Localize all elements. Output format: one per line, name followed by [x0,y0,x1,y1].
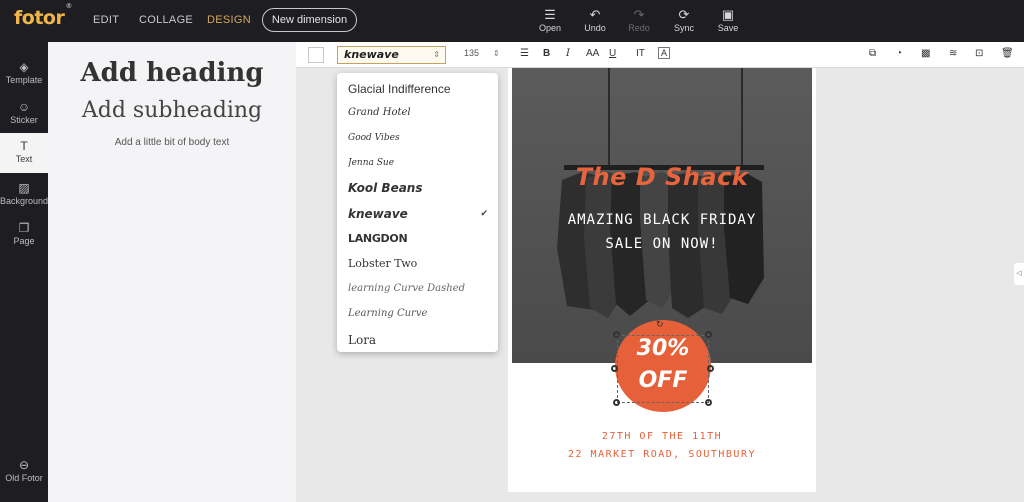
lock-icon[interactable]: ⊡ [975,48,983,59]
font-option[interactable]: Glacial Indifference [348,79,488,99]
new-dimension-button[interactable]: New dimension [262,8,357,32]
menu-icon: ☰ [544,7,556,22]
font-option[interactable]: Grand Hotel [348,103,488,123]
background-icon: ▨ [18,181,30,195]
selection-box [617,335,709,403]
bold-button[interactable]: B [543,48,550,59]
text-icon: T [20,139,28,153]
font-option[interactable]: learning Curve Dashed [348,279,488,299]
undo-button[interactable]: ↶ Undo [575,7,615,33]
redo-icon: ↷ [633,7,645,22]
font-option-selected[interactable]: knewave ✔ [348,204,488,224]
resize-handle[interactable] [611,365,618,372]
rotate-handle-icon[interactable]: ↻ [656,319,664,330]
resize-handle[interactable] [705,399,712,406]
layers-icon: ◈ [19,60,29,74]
font-family-select[interactable]: knewave ⇕ [337,46,446,64]
shape-icon[interactable]: ◔ [896,48,902,59]
sidebar-item-sticker[interactable]: ☺ Sticker [0,94,48,134]
font-option[interactable]: Lobster Two [348,254,488,274]
sticker-icon: ☺ [17,100,31,114]
old-fotor-button[interactable]: ⊖ Old Fotor [0,452,48,492]
fotor-logo[interactable]: fotor® [14,2,72,29]
save-button[interactable]: ▣ Save [708,7,748,33]
save-icon: ▣ [721,7,735,22]
add-body-text-option[interactable]: Add a little bit of body text [48,137,296,148]
font-option[interactable]: Lora [348,330,488,350]
checkmark-icon: ✔ [480,209,488,219]
switch-icon: ⊖ [18,458,30,472]
nav-edit[interactable]: EDIT [93,14,119,26]
font-option[interactable]: Good Vibes [348,128,488,148]
undo-icon: ↶ [589,7,601,22]
resize-handle[interactable] [707,365,714,372]
text-toolbar: knewave ⇕ 135 ⇕ ☰ B I AA U IT A ⧉ ◔ ▩ ≋ ⊡… [296,42,1024,68]
font-dropdown: Glacial Indifference Grand Hotel Good Vi… [337,73,498,352]
font-option[interactable]: Jenna Sue [348,153,488,173]
text-panel: Add heading Add subheading Add a little … [48,42,296,502]
add-heading-option[interactable]: Add heading [48,58,296,88]
duplicate-icon[interactable]: ⧉ [869,48,876,59]
case-button[interactable]: AA [586,48,599,59]
font-option[interactable]: Learning Curve [348,304,488,324]
add-subheading-option[interactable]: Add subheading [48,98,296,123]
design-promo-text[interactable]: AMAZING BLACK FRIDAY SALE ON NOW! [512,208,812,256]
underline-button[interactable]: U [609,48,616,59]
resize-handle[interactable] [705,331,712,338]
chevron-updown-icon: ⇕ [493,49,500,58]
text-background-button[interactable]: A [658,47,671,59]
sidebar-item-background[interactable]: ▨ Background [0,175,48,215]
align-icon[interactable]: ☰ [520,48,529,59]
italic-button[interactable]: I [566,48,570,59]
font-size-select[interactable]: 135 ⇕ [464,48,500,58]
page-icon: ❐ [18,221,30,235]
design-headline[interactable]: The D Shack [512,163,812,191]
resize-handle[interactable] [613,399,620,406]
event-address[interactable]: 22 MARKET ROAD, SOUTHBURY [512,449,812,460]
letter-spacing-button[interactable]: IT [636,48,645,59]
redo-button[interactable]: ↷ Redo [619,7,659,33]
chevron-updown-icon: ⇕ [433,50,440,59]
sync-button[interactable]: ⟳ Sync [664,7,704,33]
resize-handle[interactable] [613,331,620,338]
transparency-icon[interactable]: ▩ [921,48,930,59]
sync-icon: ⟳ [678,7,690,22]
font-option[interactable]: Kool Beans [348,178,488,198]
sidebar-item-text[interactable]: T Text [0,133,48,173]
nav-collage[interactable]: COLLAGE [139,14,193,26]
text-color-swatch[interactable] [308,47,324,63]
top-bar: fotor® EDIT COLLAGE DESIGN New dimension… [0,0,1024,42]
expand-panel-icon[interactable]: ◁ [1014,263,1024,285]
open-button[interactable]: ☰ Open [530,7,570,33]
sidebar-item-page[interactable]: ❐ Page [0,215,48,255]
layers-icon[interactable]: ≋ [949,48,957,59]
sidebar-item-template[interactable]: ◈ Template [0,54,48,94]
font-option[interactable]: LANGDON [348,229,488,249]
trash-icon[interactable]: 🗑 [1001,48,1014,59]
sidebar: ◈ Template ☺ Sticker T Text ▨ Background… [0,42,48,502]
event-date[interactable]: 27TH OF THE 11TH [512,431,812,442]
nav-design[interactable]: DESIGN [207,14,251,26]
